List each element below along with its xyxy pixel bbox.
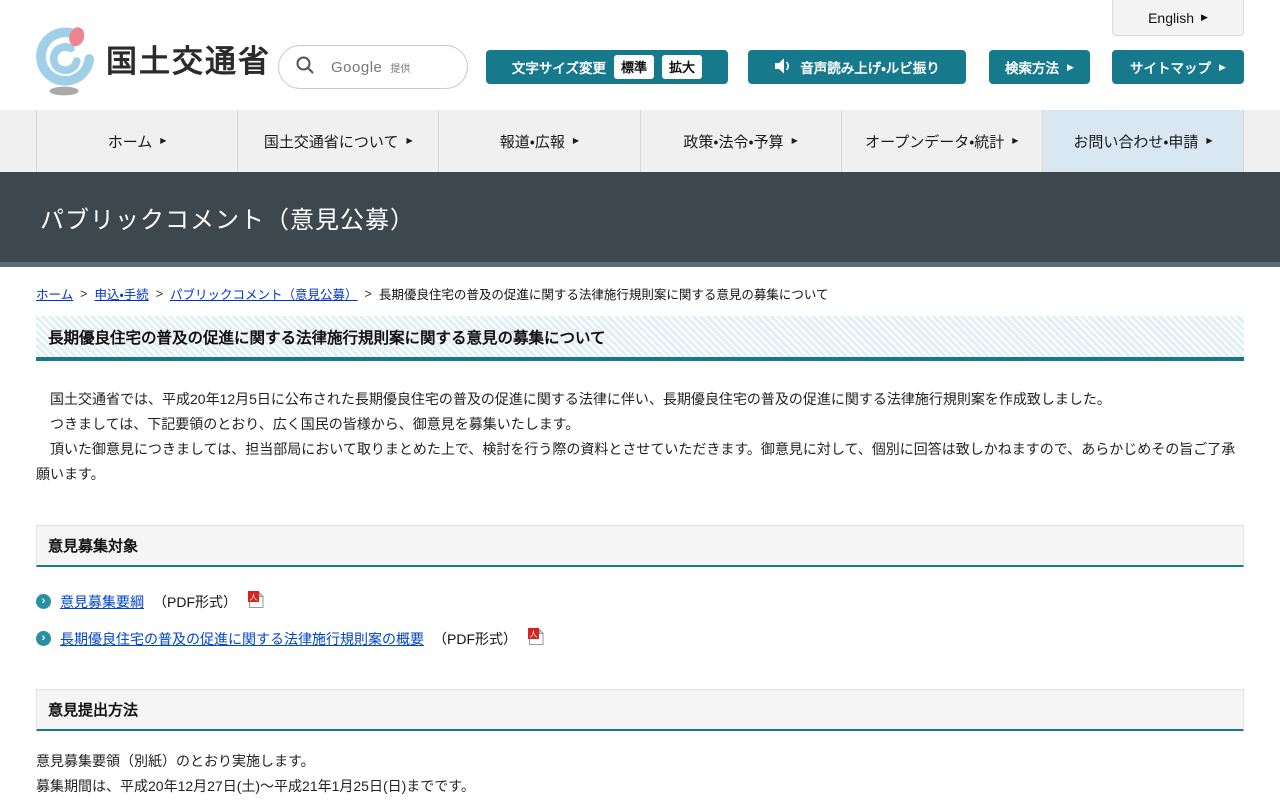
nav-item-contact[interactable]: お問い合わせ・申請 ▶ — [1042, 110, 1244, 172]
document-link-list: › 意見募集要綱 （PDF形式） 人 › 長期優良住宅の普及の促進に関する法律施… — [36, 591, 1244, 649]
pdf-icon: 人 — [528, 628, 544, 649]
arrow-right-icon: ▶ — [1201, 13, 1208, 22]
pdf-format-label: （PDF形式） — [153, 592, 237, 612]
english-button[interactable]: English ▶ — [1112, 0, 1244, 36]
sitemap-label: サイトマップ — [1130, 57, 1211, 77]
arrow-right-icon: ▶ — [1219, 63, 1226, 72]
global-nav: ホーム ▶ 国土交通省について ▶ 報道・広報 ▶ 政策・法令・予算 ▶ オープ… — [0, 110, 1280, 172]
chevron-right-icon: › — [36, 631, 51, 646]
search-provided-by-label: 提供 — [390, 60, 410, 75]
breadcrumb-link-public-comment[interactable]: パブリックコメント（意見公募） — [170, 284, 358, 303]
speaker-icon — [774, 58, 792, 77]
section-body: 意見募集要領（別紙）のとおり実施します。 募集期間は、平成20年12月27日(土… — [36, 749, 1244, 799]
nav-item-about[interactable]: 国土交通省について ▶ — [237, 110, 438, 172]
arrow-right-icon: ▶ — [573, 137, 579, 145]
mlit-logo[interactable]: 国土交通省 — [36, 24, 271, 103]
article-paragraph: つきましては、下記要領のとおり、広く国民の皆様から、御意見を募集いたします。 — [36, 412, 1244, 437]
font-size-button: 文字サイズ変更 標準 拡大 — [486, 50, 728, 84]
arrow-right-icon: ▶ — [160, 137, 166, 145]
search-icon — [295, 55, 315, 80]
pdf-link-gaiyo[interactable]: 長期優良住宅の普及の促進に関する法律施行規則案の概要 — [60, 629, 424, 649]
nav-item-press[interactable]: 報道・広報 ▶ — [438, 110, 639, 172]
font-size-enlarge-button[interactable]: 拡大 — [662, 55, 702, 79]
nav-item-label: 政策・法令・予算 — [683, 131, 783, 152]
font-size-standard-button[interactable]: 標準 — [614, 55, 654, 79]
arrow-right-icon: ▶ — [792, 137, 798, 145]
arrow-right-icon: ▶ — [1012, 137, 1018, 145]
arrow-right-icon: ▶ — [1206, 137, 1212, 145]
list-item: › 意見募集要綱 （PDF形式） 人 — [36, 591, 1244, 612]
tts-button[interactable]: 音声読み上げ・ルビ振り — [748, 50, 966, 84]
nav-item-label: 報道・広報 — [500, 131, 565, 152]
sitemap-button[interactable]: サイトマップ ▶ — [1112, 50, 1244, 84]
search-input[interactable]: Google 提供 — [278, 45, 468, 89]
breadcrumb-link-home[interactable]: ホーム — [36, 284, 73, 303]
nav-item-policy[interactable]: 政策・法令・予算 ▶ — [640, 110, 841, 172]
section-heading-method: 意見提出方法 — [36, 689, 1244, 731]
site-header: English ▶ 国土交通省 Google 提供 文字サイズ変更 標準 拡大 — [0, 0, 1280, 110]
section-line: 募集期間は、平成20年12月27日(土)～平成21年1月25日(日)までです。 — [36, 774, 1244, 799]
english-button-label: English — [1148, 10, 1194, 26]
list-item: › 長期優良住宅の普及の促進に関する法律施行規則案の概要 （PDF形式） 人 — [36, 628, 1244, 649]
nav-item-label: ホーム — [108, 131, 153, 152]
arrow-right-icon: ▶ — [1067, 63, 1074, 72]
arrow-right-icon: ▶ — [406, 137, 412, 145]
article-body: 国土交通省では、平成20年12月5日に公布された長期優良住宅の普及の促進に関する… — [36, 387, 1244, 487]
page-title: パブリックコメント（意見公募） — [40, 200, 415, 235]
article-paragraph: 国土交通省では、平成20年12月5日に公布された長期優良住宅の普及の促進に関する… — [36, 387, 1244, 412]
chevron-right-icon: › — [36, 594, 51, 609]
svg-text:人: 人 — [530, 630, 538, 639]
section-heading-target: 意見募集対象 — [36, 525, 1244, 567]
nav-item-label: 国土交通省について — [264, 131, 399, 152]
article-paragraph: 頂いた御意見につきましては、担当部局において取りまとめた上で、検討を行う際の資料… — [36, 437, 1244, 487]
breadcrumb-link-procedures[interactable]: 申込・手続 — [94, 284, 148, 303]
search-method-button[interactable]: 検索方法 ▶ — [989, 50, 1090, 84]
mlit-logo-icon — [36, 24, 98, 103]
breadcrumb-separator: > — [365, 287, 372, 301]
pdf-link-yoko[interactable]: 意見募集要綱 — [60, 592, 144, 612]
pdf-icon: 人 — [248, 591, 264, 612]
search-provider-label: Google — [331, 59, 382, 76]
site-name: 国土交通省 — [106, 36, 271, 81]
pdf-format-label: （PDF形式） — [433, 629, 517, 649]
breadcrumb-separator: > — [80, 287, 87, 301]
breadcrumb-separator: > — [156, 287, 163, 301]
search-method-label: 検索方法 — [1005, 57, 1059, 77]
svg-text:人: 人 — [250, 593, 258, 602]
page-title-band: パブリックコメント（意見公募） — [0, 172, 1280, 267]
nav-item-home[interactable]: ホーム ▶ — [36, 110, 237, 172]
section-line: 意見募集要領（別紙）のとおり実施します。 — [36, 749, 1244, 774]
nav-item-opendata[interactable]: オープンデータ・統計 ▶ — [841, 110, 1042, 172]
tts-button-label: 音声読み上げ・ルビ振り — [800, 57, 940, 77]
font-size-label: 文字サイズ変更 — [512, 57, 606, 77]
article-heading: 長期優良住宅の普及の促進に関する法律施行規則案に関する意見の募集について — [36, 316, 1244, 361]
nav-item-label: お問い合わせ・申請 — [1073, 131, 1198, 152]
breadcrumb-current: 長期優良住宅の普及の促進に関する法律施行規則案に関する意見の募集について — [379, 284, 829, 303]
breadcrumb: ホーム > 申込・手続 > パブリックコメント（意見公募） > 長期優良住宅の普… — [36, 284, 1244, 303]
nav-item-label: オープンデータ・統計 — [865, 131, 1004, 152]
